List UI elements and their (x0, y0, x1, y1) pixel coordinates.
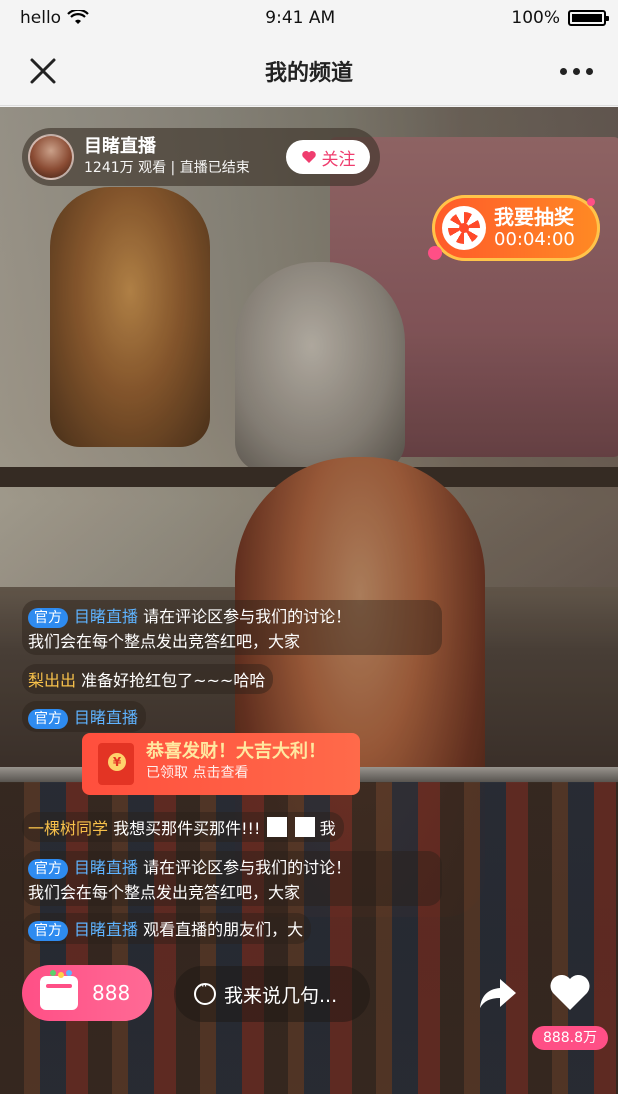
chat-text-suffix: 我 (319, 819, 336, 838)
chat-text: 我想买那件买那件!!! (113, 819, 261, 838)
chat-bubble-icon (194, 979, 216, 1005)
close-icon[interactable] (26, 54, 60, 88)
nav-bar: 我的频道 (0, 36, 618, 106)
chat-text: 观看直播的朋友们，大 (143, 920, 304, 939)
lottery-title: 我要抽奖 (494, 205, 574, 229)
anchor-name: 目睹直播 (84, 136, 156, 157)
official-tag: 官方 (28, 921, 68, 941)
chat-username: 目睹直播 (74, 607, 139, 626)
status-time: 9:41 AM (265, 8, 336, 28)
chat-username: 梨出出 (28, 671, 77, 690)
heart-icon (301, 151, 316, 163)
chat-text: 请在评论区参与我们的讨论！ (143, 607, 352, 626)
carrier-label: hello (20, 8, 62, 28)
chat-message: 官方 目睹直播 (22, 701, 147, 732)
official-tag: 官方 (28, 709, 68, 729)
gift-bag-icon (40, 970, 78, 1010)
status-left: hello (20, 8, 89, 28)
more-menu-icon[interactable] (556, 56, 596, 86)
lottery-countdown: 00:04:00 (494, 229, 575, 250)
chat-text: 准备好抢红包了~~~哈哈 (81, 671, 266, 690)
chat-message: 官方 目睹直播 观看直播的朋友们，大 (22, 913, 312, 944)
red-packet-subtitle: 已领取 点击查看 (146, 765, 249, 781)
chat-message: 官方 目睹直播 请在评论区参与我们的讨论！ 我们会在每个整点发出竞答红吧，大家 (22, 600, 442, 655)
chat-message: 梨出出 准备好抢红包了~~~哈哈 (22, 664, 274, 694)
lottery-wheel-icon (442, 206, 486, 250)
chat-message: 官方 目睹直播 请在评论区参与我们的讨论！ 我们会在每个整点发出竞答红吧，大家 (22, 851, 442, 906)
share-icon[interactable] (478, 975, 518, 1011)
emoji-placeholder-icon (267, 817, 288, 837)
status-bar: hello 9:41 AM 100% (0, 0, 618, 36)
page-title: 我的频道 (264, 60, 353, 86)
chat-text: 请在评论区参与我们的讨论！ (143, 858, 352, 877)
official-tag: 官方 (28, 859, 68, 879)
anchor-info: 目睹直播 1241万 观看 | 直播已结束 (84, 136, 250, 178)
decor-dot (428, 246, 442, 260)
anchor-meta: 1241万 观看 | 直播已结束 (84, 160, 250, 176)
gift-count: 888 (92, 981, 131, 1005)
follow-button[interactable]: 关注 (286, 140, 370, 174)
like-heart-icon[interactable] (548, 972, 592, 1012)
gift-button[interactable]: 888 (22, 965, 152, 1021)
decor-dot (587, 198, 595, 206)
chat-username: 一棵树同学 (28, 819, 109, 838)
red-packet-card[interactable]: 恭喜发财！大吉大利！ 已领取 点击查看 (82, 733, 360, 795)
battery-percent: 100% (511, 8, 560, 28)
comment-placeholder: 我来说几句... (224, 984, 338, 1007)
avatar[interactable] (28, 134, 74, 180)
lottery-text: 我要抽奖 00:04:00 (494, 205, 575, 251)
chat-text-line2: 我们会在每个整点发出竞答红吧，大家 (28, 632, 301, 651)
chat-username: 目睹直播 (74, 920, 139, 939)
chat-message: 一棵树同学 我想买那件买那件!!! 我 (22, 812, 344, 842)
chat-username: 目睹直播 (74, 858, 139, 877)
comment-input[interactable]: 我来说几句... (174, 966, 370, 1022)
red-packet-icon (98, 743, 134, 785)
lottery-button[interactable]: 我要抽奖 00:04:00 (432, 195, 600, 261)
like-count-badge: 888.8万 (532, 1026, 608, 1050)
battery-icon (568, 10, 609, 26)
follow-label: 关注 (321, 149, 356, 170)
status-right: 100% (511, 8, 609, 28)
chat-username: 目睹直播 (74, 708, 139, 727)
official-tag: 官方 (28, 608, 68, 628)
red-packet-title: 恭喜发财！大吉大利！ (146, 741, 326, 762)
emoji-placeholder-icon (294, 817, 315, 837)
chat-text-line2: 我们会在每个整点发出竞答红吧，大家 (28, 883, 301, 902)
wifi-icon (67, 10, 89, 24)
anchor-card[interactable]: 目睹直播 1241万 观看 | 直播已结束 关注 (22, 128, 380, 186)
